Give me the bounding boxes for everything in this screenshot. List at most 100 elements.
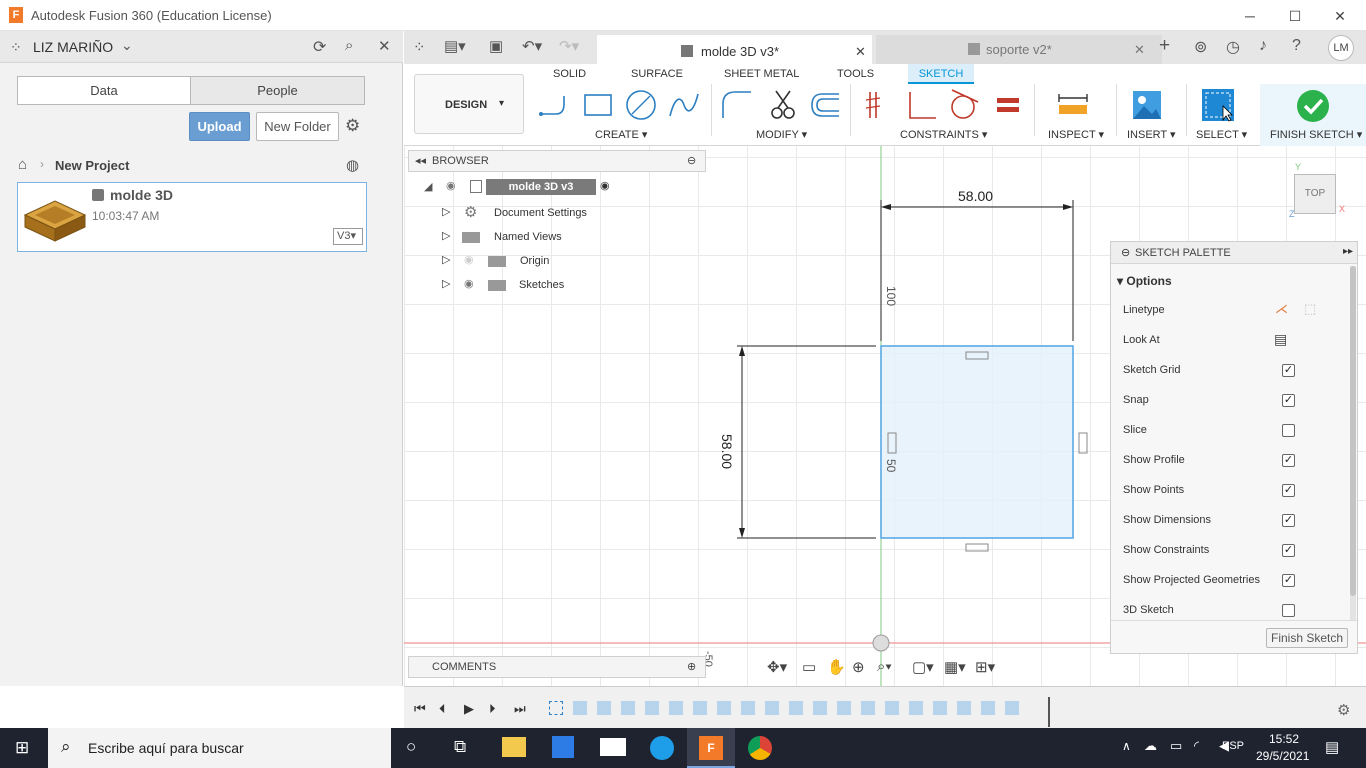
comments-header[interactable]: COMMENTS ⊕ [408,656,706,678]
close-icon[interactable]: ✕ [1330,6,1350,26]
trim-icon[interactable] [766,88,800,122]
language-indicator[interactable]: ESP [1222,740,1244,752]
extensions-icon[interactable]: ⊚ [1194,37,1207,57]
minimize-icon[interactable]: ─ [1240,6,1260,26]
collapse-browser-icon[interactable]: ◂◂ [415,154,426,167]
expand-icon[interactable]: ◢ [424,180,432,193]
close-panel-icon[interactable]: ✕ [378,37,391,55]
project-breadcrumb[interactable]: New Project [55,158,129,173]
onedrive-icon[interactable]: ☁ [1144,738,1157,754]
user-name[interactable]: LIZ MARIÑO [33,39,113,55]
new-tab-icon[interactable]: + [1159,35,1170,57]
next-step-icon[interactable]: ⏵ [489,701,496,717]
file-menu-icon[interactable]: ▤▾ [444,37,466,55]
fusion-taskbar-button[interactable]: F [687,728,735,768]
line-icon[interactable] [538,88,572,122]
tab-data[interactable]: Data [17,76,191,105]
construction-line-icon[interactable]: ⋌ [1275,301,1288,317]
width-dimension[interactable]: 58.00 [958,188,993,204]
globe-icon[interactable]: ◍ [346,156,359,174]
look-at-icon[interactable]: ▤ [1274,331,1287,348]
redo-icon[interactable]: ↷▾ [559,37,579,55]
first-step-icon[interactable]: ⏮ [414,701,426,717]
undo-icon[interactable]: ↶▾ [522,37,542,55]
chrome-icon[interactable] [748,736,772,760]
group-select[interactable]: SELECT ▾ [1196,128,1247,141]
tangent-icon[interactable] [946,88,980,122]
offset-icon[interactable] [808,88,842,122]
pan-hand-icon[interactable]: ✋ [827,658,846,676]
wifi-icon[interactable]: ◜ [1194,738,1199,754]
group-inspect[interactable]: INSPECT ▾ [1048,128,1104,141]
show-constraints-checkbox[interactable]: ✓ [1282,544,1295,557]
finish-sketch-button[interactable]: Finish Sketch [1266,628,1348,648]
version-badge[interactable]: V3▾ [333,228,363,245]
tab-sketch[interactable]: SKETCH [908,64,974,84]
display-settings-icon[interactable]: ▢▾ [912,658,934,676]
cortana-icon[interactable]: ○ [406,737,416,757]
palette-header[interactable]: ⊖ SKETCH PALETTE ▸▸ [1111,242,1357,264]
3d-sketch-checkbox[interactable] [1282,604,1295,617]
rectangle-icon[interactable] [581,88,615,122]
help-icon[interactable]: ? [1292,37,1301,55]
eye-icon[interactable]: ◉ [446,179,456,192]
tab-surface[interactable]: SURFACE [631,68,683,80]
viewports-icon[interactable]: ⊞▾ [975,658,995,676]
slice-checkbox[interactable] [1282,424,1295,437]
group-constraints[interactable]: CONSTRAINTS ▾ [900,128,987,141]
mail-icon[interactable] [600,738,626,756]
maximize-icon[interactable]: ☐ [1285,6,1305,26]
chevron-down-icon[interactable]: ⌄ [121,37,133,54]
job-status-icon[interactable]: ◷ [1226,37,1240,57]
group-insert[interactable]: INSERT ▾ [1127,128,1176,141]
save-icon[interactable]: ▣ [489,37,503,55]
browser-item-origin[interactable]: ▷ ◉ Origin [442,253,622,271]
tab-molde-3d[interactable]: molde 3D v3* ✕ [597,35,872,64]
zoom-window-icon[interactable]: ⌕▾ [877,658,892,675]
expand-arrow-icon[interactable]: ▷ [442,253,450,266]
height-dimension[interactable]: 58.00 [719,434,735,469]
file-card[interactable]: molde 3D 10:03:47 AM V3▾ [17,182,367,252]
finish-sketch-area[interactable]: FINISH SKETCH ▾ [1260,84,1366,146]
battery-icon[interactable]: ▭ [1170,738,1182,754]
workspace-switcher[interactable]: DESIGN ▾ [414,74,524,134]
show-dimensions-checkbox[interactable]: ✓ [1282,514,1295,527]
browser-item-document-settings[interactable]: ▷ ⚙ Document Settings [442,204,622,223]
snap-checkbox[interactable]: ✓ [1282,394,1295,407]
upload-button[interactable]: Upload [189,112,250,141]
orbit-icon[interactable]: ✥▾ [767,658,787,676]
tab-sheet-metal[interactable]: SHEET METAL [724,68,799,80]
spline-icon[interactable] [667,88,701,122]
show-points-checkbox[interactable]: ✓ [1282,484,1295,497]
zoom-icon[interactable]: ⊕ [852,658,865,676]
store-icon[interactable] [552,736,574,758]
palette-scrollbar[interactable] [1350,266,1356,620]
add-comment-icon[interactable]: ⊕ [687,660,696,673]
viewcube[interactable]: TOP [1294,174,1336,214]
clock-time[interactable]: 15:52 [1269,732,1299,746]
options-section[interactable]: ▾ Options [1117,274,1172,288]
browser-header[interactable]: ◂◂ BROWSER ⊖ [408,150,706,172]
timeline-marker[interactable] [1048,697,1050,727]
notifications-icon[interactable]: ♪ [1259,37,1267,55]
fillet-icon[interactable] [720,88,754,122]
show-profile-checkbox[interactable]: ✓ [1282,454,1295,467]
tab-close-icon[interactable]: ✕ [855,37,866,66]
app-grid-icon[interactable]: ⁘ [413,38,426,56]
file-explorer-icon[interactable] [502,737,526,757]
tab-people[interactable]: People [190,76,365,105]
avatar[interactable]: LM [1328,35,1354,61]
tab-solid[interactable]: SOLID [553,68,586,80]
expand-arrow-icon[interactable]: ▷ [442,277,450,290]
search-icon[interactable]: ⌕ [345,37,353,54]
finish-check-icon[interactable] [1296,89,1330,123]
refresh-icon[interactable]: ⟳ [313,37,326,57]
new-folder-button[interactable]: New Folder [256,112,339,141]
tab-close-icon[interactable]: ✕ [1134,35,1145,64]
insert-image-icon[interactable] [1130,88,1164,122]
eye-hidden-icon[interactable]: ◉ [464,253,474,266]
home-icon[interactable]: ⌂ [18,156,27,173]
previous-step-icon[interactable]: ⏴ [439,701,446,717]
notifications-center-icon[interactable]: ▤ [1325,738,1339,756]
play-icon[interactable]: ▶ [464,701,474,717]
